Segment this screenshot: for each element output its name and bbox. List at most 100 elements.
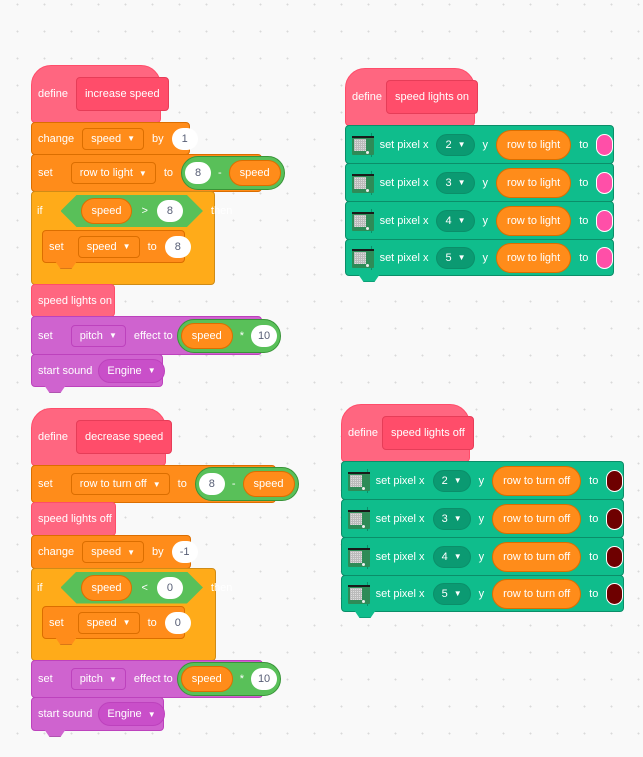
set-pixel-block[interactable]: set pixel x 2 ▼ y row to turn off to	[341, 461, 624, 500]
speed-reporter[interactable]: speed	[81, 575, 133, 601]
change-variable-block[interactable]: change speed ▼ by -1	[31, 535, 198, 569]
x-dropdown[interactable]: 4 ▼	[432, 545, 471, 568]
caret-down-icon: ▼	[138, 168, 147, 178]
color-picker[interactable]	[606, 469, 623, 492]
number-input[interactable]: 8	[198, 473, 225, 495]
procedure-prototype[interactable]: speed lights on	[385, 80, 478, 114]
start-sound-block[interactable]: start sound Engine ▼	[31, 354, 165, 387]
effect-dropdown[interactable]: pitch ▼	[70, 668, 126, 690]
variable-dropdown[interactable]: speed ▼	[77, 611, 140, 634]
set-pixel-block[interactable]: set pixel x 5 ▼ y row to turn off to	[341, 575, 624, 612]
caret-down-icon: ▼	[453, 589, 462, 598]
multiply-operator[interactable]: speed * 10	[176, 318, 282, 353]
greater-than-operator[interactable]: speed > 8	[61, 195, 203, 227]
color-picker[interactable]	[596, 246, 613, 269]
number-input[interactable]: 1	[171, 127, 198, 150]
variable-dropdown[interactable]: speed ▼	[82, 127, 144, 150]
x-dropdown[interactable]: 4 ▼	[436, 209, 475, 232]
start-sound-block[interactable]: start sound Engine ▼	[31, 697, 165, 731]
block-label: to	[177, 478, 187, 490]
set-variable-block[interactable]: set row to light ▼ to 8 - speed	[31, 154, 285, 192]
color-picker[interactable]	[596, 209, 613, 232]
row-reporter[interactable]: row to light	[496, 167, 572, 198]
number-input[interactable]: 8	[164, 235, 191, 258]
row-reporter[interactable]: row to turn off	[492, 465, 582, 496]
multiply-operator[interactable]: speed * 10	[176, 662, 282, 696]
row-reporter[interactable]: row to light	[496, 205, 572, 236]
color-picker[interactable]	[596, 171, 613, 194]
set-pixel-block[interactable]: set pixel x 2 ▼ y row to light to	[345, 125, 614, 164]
caret-down-icon: ▼	[127, 134, 135, 143]
set-pixel-block[interactable]: set pixel x 5 ▼ y row to light to	[345, 239, 614, 276]
set-pixel-block[interactable]: set pixel x 3 ▼ y row to light to	[345, 163, 614, 202]
dropdown-value: speed	[91, 132, 122, 145]
variable-dropdown[interactable]: row to turn off ▼	[70, 473, 170, 495]
circuit-board-icon	[350, 132, 374, 157]
set-variable-block[interactable]: set speed ▼ to 0	[42, 606, 191, 639]
number-input[interactable]: 10	[251, 668, 278, 690]
speed-reporter[interactable]: speed	[180, 322, 233, 349]
color-picker[interactable]	[606, 582, 623, 605]
speed-reporter[interactable]: speed	[242, 471, 295, 497]
block-label: to	[589, 512, 599, 525]
set-pixel-block[interactable]: set pixel x 3 ▼ y row to turn off to	[341, 499, 624, 538]
define-hat-speed-lights-off[interactable]: define speed lights off	[341, 404, 474, 462]
speed-reporter[interactable]: speed	[81, 198, 133, 224]
define-hat-speed-lights-on[interactable]: define speed lights on	[345, 68, 478, 126]
procedure-prototype[interactable]: speed lights off	[381, 416, 474, 450]
row-reporter[interactable]: row to turn off	[492, 503, 582, 534]
less-than-operator[interactable]: speed < 0	[61, 572, 203, 604]
number-input[interactable]: 8	[157, 200, 183, 222]
speed-reporter[interactable]: speed	[228, 160, 281, 186]
change-variable-block[interactable]: change speed ▼ by 1	[31, 122, 198, 155]
block-label: to	[589, 474, 599, 487]
number-input[interactable]: 0	[164, 611, 191, 634]
procedure-prototype[interactable]: increase speed	[75, 77, 169, 111]
set-variable-block[interactable]: set row to turn off ▼ to 8 - speed	[31, 465, 299, 503]
color-picker[interactable]	[606, 545, 623, 568]
x-dropdown[interactable]: 5 ▼	[436, 246, 475, 269]
number-input[interactable]: 8	[185, 162, 211, 184]
x-dropdown[interactable]: 2 ▼	[432, 469, 471, 492]
procedure-prototype[interactable]: decrease speed	[75, 420, 173, 454]
x-dropdown[interactable]: 3 ▼	[436, 171, 475, 194]
number-input[interactable]: -1	[171, 541, 198, 563]
x-dropdown[interactable]: 5 ▼	[432, 582, 471, 605]
number-input[interactable]: 0	[157, 577, 183, 599]
set-pixel-block[interactable]: set pixel x 4 ▼ y row to turn off to	[341, 537, 624, 576]
circuit-board-icon	[350, 208, 374, 233]
block-label: to	[579, 251, 589, 264]
block-label: set pixel x	[375, 512, 425, 525]
variable-dropdown[interactable]: speed ▼	[77, 235, 140, 258]
define-hat-increase-speed[interactable]: define increase speed	[31, 65, 169, 123]
call-speed-lights-on[interactable]: speed lights on	[31, 284, 115, 317]
color-picker[interactable]	[606, 507, 623, 530]
speed-reporter[interactable]: speed	[180, 666, 233, 692]
number-input[interactable]: 10	[251, 324, 278, 347]
define-label: define	[348, 427, 378, 439]
x-dropdown[interactable]: 3 ▼	[432, 507, 471, 530]
sound-dropdown[interactable]: Engine ▼	[98, 358, 165, 383]
variable-dropdown[interactable]: speed ▼	[82, 541, 144, 563]
set-variable-block[interactable]: set speed ▼ to 8	[42, 230, 191, 263]
effect-dropdown[interactable]: pitch ▼	[70, 324, 126, 347]
subtract-operator[interactable]: 8 - speed	[194, 467, 299, 501]
x-dropdown[interactable]: 2 ▼	[436, 133, 475, 156]
set-pixel-block[interactable]: set pixel x 4 ▼ y row to light to	[345, 201, 614, 240]
then-label: then	[210, 581, 233, 594]
sound-dropdown[interactable]: Engine ▼	[98, 702, 165, 726]
block-label: y	[478, 474, 485, 487]
subtract-operator[interactable]: 8 - speed	[181, 156, 285, 190]
set-effect-block[interactable]: set pitch ▼ effect to speed * 10	[31, 660, 282, 698]
circuit-board-icon	[346, 506, 370, 531]
variable-dropdown[interactable]: row to light ▼	[70, 162, 156, 184]
row-reporter[interactable]: row to light	[496, 242, 572, 273]
call-speed-lights-off[interactable]: speed lights off	[31, 502, 116, 536]
dropdown-value: 2	[441, 474, 448, 487]
row-reporter[interactable]: row to light	[496, 129, 572, 160]
define-hat-decrease-speed[interactable]: define decrease speed	[31, 408, 173, 466]
set-effect-block[interactable]: set pitch ▼ effect to speed * 10	[31, 316, 282, 355]
color-picker[interactable]	[596, 133, 613, 156]
row-reporter[interactable]: row to turn off	[492, 578, 582, 609]
row-reporter[interactable]: row to turn off	[492, 541, 582, 572]
